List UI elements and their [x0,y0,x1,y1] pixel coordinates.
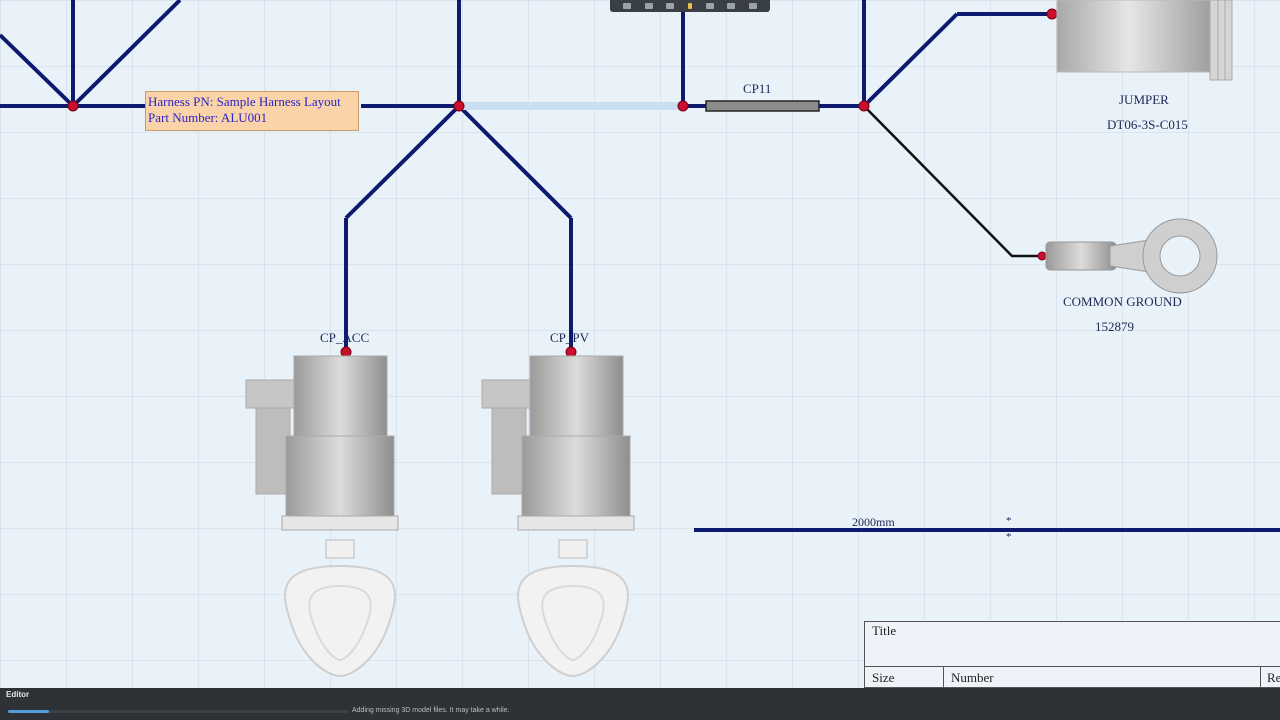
title-block-size-label: Size [872,670,895,685]
title-block-number-label: Number [951,670,994,685]
title-block: Title Size Number Re [864,621,1280,688]
title-block-revision-label: Re [1267,670,1280,685]
toolbar-tool-icon[interactable] [644,3,653,9]
junction-node [677,100,689,112]
dimension-marker-top: * [1006,515,1012,527]
editor-panel-tab[interactable]: Editor [6,690,29,699]
cp-acc-connector-image[interactable] [245,355,399,678]
ground-part-number-label: 152879 [1095,319,1134,334]
toolbar-tool-icon[interactable] [705,3,714,9]
dimension-marker-bottom: * [1006,531,1012,543]
jumper-name-label: JUMPER [1119,92,1169,107]
ground-wire[interactable] [863,105,1042,258]
junction-node [67,100,79,112]
title-block-divider [865,666,1280,667]
cp-acc-label: CP_ACC [320,330,370,345]
note-line-part-number: Part Number: ALU001 [148,110,268,125]
ring-terminal-image[interactable] [1045,218,1218,294]
cp-pv-label: CP_PV [550,330,590,345]
toolbar-tool-icon[interactable] [727,3,736,9]
jumper-connector-image[interactable] [1056,0,1233,81]
wire-trunk-center[interactable] [344,0,573,352]
progress-fill [8,710,49,713]
toolbar-tool-icon[interactable] [666,3,675,9]
cp11-label: CP11 [743,81,772,96]
title-block-divider [943,666,944,687]
harness-note[interactable]: Harness PN: Sample Harness Layout Part N… [145,91,359,131]
title-block-divider [1260,666,1261,687]
junction-node [453,100,465,112]
jumper-part-number-label: DT06-3S-C015 [1107,117,1188,132]
toolbar-active-icon[interactable] [687,3,692,9]
pin-node [1037,251,1047,261]
progress-bar [8,710,348,713]
note-line-harness-pn: Harness PN: Sample Harness Layout [148,94,341,109]
cp-pv-connector-image[interactable] [481,355,635,678]
status-bar: Editor Adding missing 3D model files. It… [0,688,1280,720]
junction-node [858,100,870,112]
pin-node [1046,8,1058,20]
ground-name-label: COMMON GROUND [1063,294,1182,309]
title-block-title-label: Title [872,623,897,638]
status-message: Adding missing 3D model files. It may ta… [352,707,510,714]
dimension-label: 2000mm [852,515,895,529]
wire-right[interactable] [681,0,1052,108]
toolbar-tool-icon[interactable] [622,3,631,9]
toolbar-tool-icon[interactable] [749,3,758,9]
cp11-component[interactable] [705,100,820,112]
schematic-canvas[interactable]: Harness PN: Sample Harness Layout Part N… [0,0,1280,688]
floating-toolbar[interactable] [610,0,770,12]
